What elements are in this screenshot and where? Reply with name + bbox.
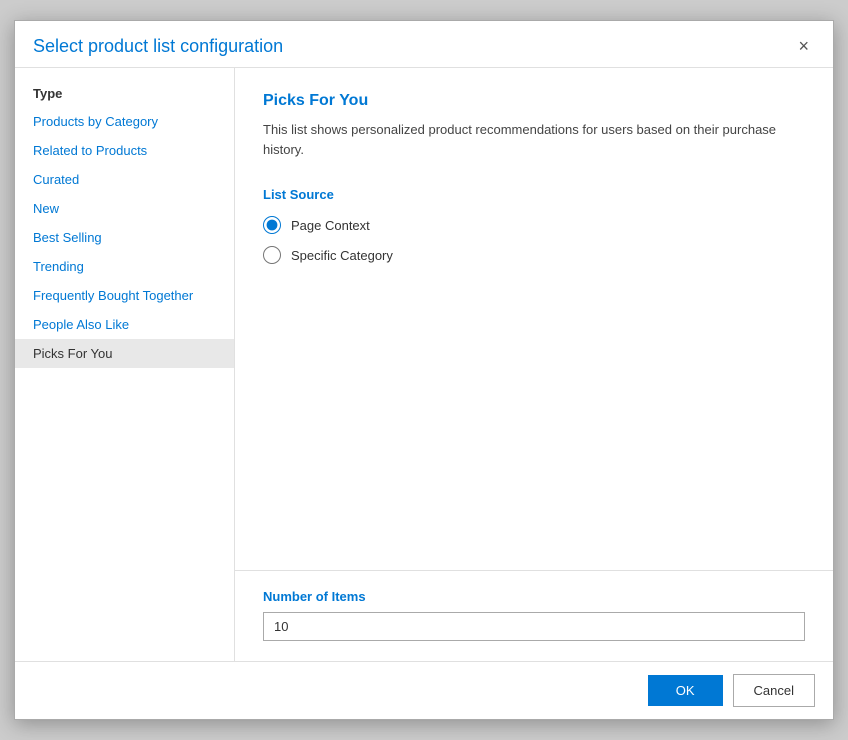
radio-option-page-context[interactable]: Page Context	[263, 216, 805, 234]
ok-button[interactable]: OK	[648, 675, 723, 706]
close-button[interactable]: ×	[792, 35, 815, 57]
content-description: This list shows personalized product rec…	[263, 120, 805, 159]
sidebar-item-new[interactable]: New	[15, 194, 234, 223]
content-title: Picks For You	[263, 92, 805, 110]
sidebar-type-label: Type	[15, 76, 234, 107]
radio-page-context[interactable]	[263, 216, 281, 234]
list-source-label: List Source	[263, 187, 805, 202]
sidebar-item-people-also-like[interactable]: People Also Like	[15, 310, 234, 339]
sidebar-item-trending[interactable]: Trending	[15, 252, 234, 281]
sidebar-item-curated[interactable]: Curated	[15, 165, 234, 194]
cancel-button[interactable]: Cancel	[733, 674, 815, 707]
dialog-body: Type Products by CategoryRelated to Prod…	[15, 68, 833, 661]
sidebar-item-related-to-products[interactable]: Related to Products	[15, 136, 234, 165]
dialog-header: Select product list configuration ×	[15, 21, 833, 68]
sidebar-item-picks-for-you[interactable]: Picks For You	[15, 339, 234, 368]
radio-label-page-context: Page Context	[291, 218, 370, 233]
radio-option-specific-category[interactable]: Specific Category	[263, 246, 805, 264]
number-of-items-label: Number of Items	[263, 589, 805, 604]
sidebar-item-frequently-bought-together[interactable]: Frequently Bought Together	[15, 281, 234, 310]
sidebar-item-best-selling[interactable]: Best Selling	[15, 223, 234, 252]
dialog-footer: OK Cancel	[15, 661, 833, 719]
main-content: Picks For You This list shows personaliz…	[235, 68, 833, 661]
radio-label-specific-category: Specific Category	[291, 248, 393, 263]
number-of-items-input[interactable]	[263, 612, 805, 641]
sidebar: Type Products by CategoryRelated to Prod…	[15, 68, 235, 661]
sidebar-item-products-by-category[interactable]: Products by Category	[15, 107, 234, 136]
content-area: Picks For You This list shows personaliz…	[235, 68, 833, 570]
dialog-title: Select product list configuration	[33, 36, 283, 57]
number-of-items-section: Number of Items	[235, 570, 833, 661]
radio-specific-category[interactable]	[263, 246, 281, 264]
dialog: Select product list configuration × Type…	[14, 20, 834, 720]
